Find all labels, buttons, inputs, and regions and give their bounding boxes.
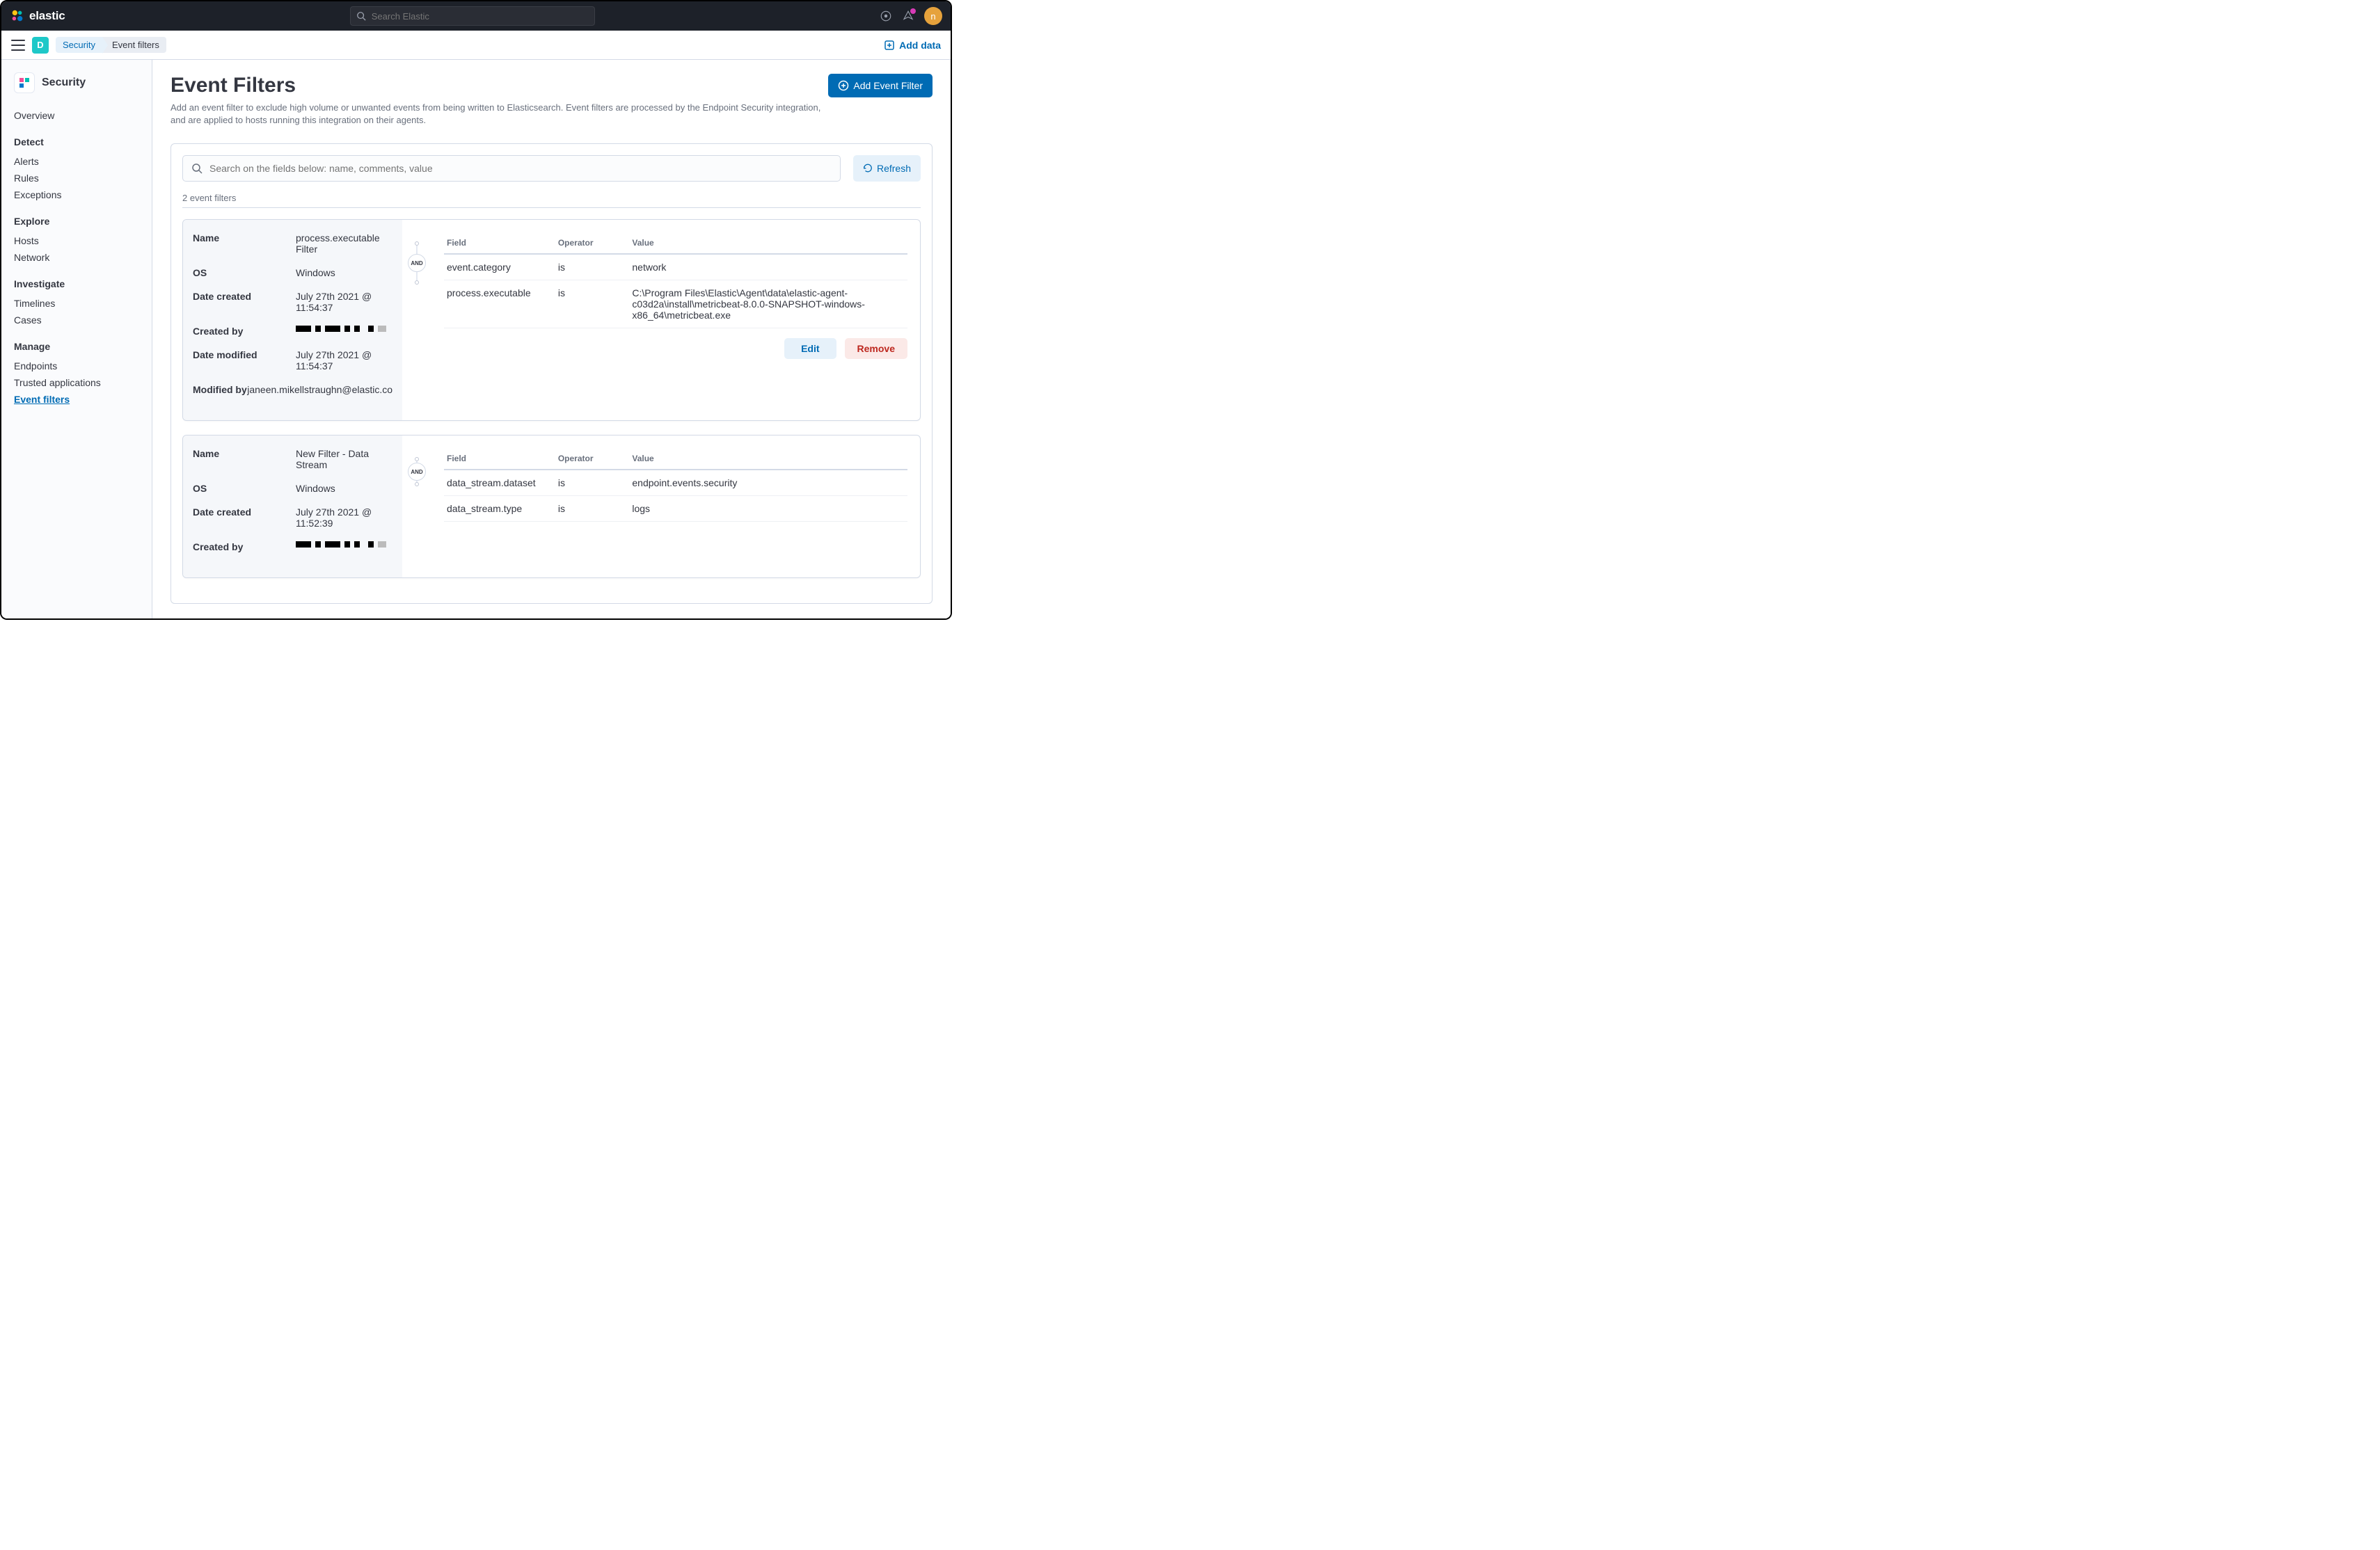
filters-panel: Refresh 2 event filters Nameprocess.exec… [170,143,933,604]
nav-group-head: Detect [14,136,139,147]
and-badge: AND [408,254,426,272]
add-data-link[interactable]: Add data [884,40,941,51]
meta-label: Date created [193,291,296,313]
global-search-input[interactable] [372,11,589,22]
security-app-icon [14,72,35,93]
help-icon[interactable] [880,10,892,22]
nav-toggle-icon[interactable] [11,40,25,51]
page-description: Add an event filter to exclude high volu… [170,102,825,127]
table-row: process.executableisC:\Program Files\Ela… [444,280,907,328]
add-data-icon [884,40,895,51]
search-icon [191,163,203,174]
meta-value: July 27th 2021 @ 11:54:37 [296,291,392,313]
table-row: data_stream.datasetisendpoint.events.sec… [444,470,907,496]
cell-value: C:\Program Files\Elastic\Agent\data\elas… [629,280,907,328]
meta-label: OS [193,483,296,494]
news-icon[interactable] [902,10,914,22]
result-count: 2 event filters [182,189,921,208]
sidebar-item-exceptions[interactable]: Exceptions [14,186,139,203]
nav-group-head: Manage [14,341,139,352]
add-event-filter-button[interactable]: Add Event Filter [828,74,933,97]
meta-label: Name [193,232,296,255]
page-title: Event Filters [170,74,296,97]
cell-field: process.executable [444,280,555,328]
meta-label: Modified by [193,384,247,395]
cell-operator: is [555,496,630,522]
meta-label: OS [193,267,296,278]
meta-label: Date modified [193,349,296,371]
meta-label: Name [193,448,296,470]
meta-value-redacted [296,541,392,552]
conditions-table: FieldOperatorValuedata_stream.datasetise… [444,448,907,522]
col-value: Value [629,448,907,470]
sidebar-item-overview[interactable]: Overview [14,107,139,124]
breadcrumb-event-filters: Event filters [102,37,166,53]
top-header: elastic n [1,1,951,31]
plus-circle-icon [838,80,849,91]
cell-field: data_stream.dataset [444,470,555,496]
meta-value: process.executable Filter [296,232,392,255]
cell-value: network [629,254,907,280]
meta-label: Created by [193,326,296,337]
edit-button[interactable]: Edit [784,338,836,359]
cell-field: event.category [444,254,555,280]
col-value: Value [629,232,907,254]
sidebar-title: Security [42,77,86,89]
col-operator: Operator [555,232,630,254]
sidebar-item-alerts[interactable]: Alerts [14,153,139,170]
meta-value: July 27th 2021 @ 11:52:39 [296,506,392,529]
cell-operator: is [555,254,630,280]
sidebar-item-endpoints[interactable]: Endpoints [14,358,139,374]
col-operator: Operator [555,448,630,470]
search-icon [356,11,366,21]
filter-search-input[interactable] [209,163,832,174]
breadcrumb-security[interactable]: Security [56,37,102,53]
sidebar-item-cases[interactable]: Cases [14,312,139,328]
filter-search[interactable] [182,155,841,182]
cell-operator: is [555,280,630,328]
table-row: data_stream.typeislogs [444,496,907,522]
sub-header: D Security Event filters Add data [1,31,951,60]
meta-value: janeen.mikellstraughn@elastic.co [247,384,392,395]
cell-value: logs [629,496,907,522]
elastic-logo-icon [10,8,25,24]
meta-value: Windows [296,267,392,278]
nav-group-head: Explore [14,216,139,227]
meta-value-redacted [296,326,392,337]
global-search[interactable] [350,6,595,26]
cell-operator: is [555,470,630,496]
table-row: event.categoryisnetwork [444,254,907,280]
meta-value: July 27th 2021 @ 11:54:37 [296,349,392,371]
cell-value: endpoint.events.security [629,470,907,496]
and-badge: AND [408,463,426,481]
main-content: Event Filters Add Event Filter Add an ev… [152,60,951,618]
space-selector[interactable]: D [32,37,49,54]
sidebar-item-hosts[interactable]: Hosts [14,232,139,249]
meta-value: Windows [296,483,392,494]
event-filter-card: NameNew Filter - Data Stream OSWindows Dat… [182,435,921,578]
breadcrumb: Security Event filters [56,37,166,54]
sidebar: Security Overview Detect AlertsRulesExcept… [1,60,152,618]
nav-group-head: Investigate [14,278,139,289]
notification-dot [910,8,916,14]
refresh-icon [863,163,873,173]
meta-label: Date created [193,506,296,529]
sidebar-item-timelines[interactable]: Timelines [14,295,139,312]
brand-logo[interactable]: elastic [10,8,65,24]
col-field: Field [444,232,555,254]
event-filter-card: Nameprocess.executable Filter OSWindows Da… [182,219,921,421]
sidebar-item-event-filters[interactable]: Event filters [14,391,139,408]
refresh-button[interactable]: Refresh [853,155,921,182]
col-field: Field [444,448,555,470]
sidebar-item-rules[interactable]: Rules [14,170,139,186]
conditions-table: FieldOperatorValueevent.categoryisnetwor… [444,232,907,328]
meta-value: New Filter - Data Stream [296,448,392,470]
remove-button[interactable]: Remove [845,338,907,359]
sidebar-item-trusted-applications[interactable]: Trusted applications [14,374,139,391]
user-avatar[interactable]: n [924,7,942,25]
brand-name: elastic [29,9,65,23]
cell-field: data_stream.type [444,496,555,522]
meta-label: Created by [193,541,296,552]
sidebar-item-network[interactable]: Network [14,249,139,266]
